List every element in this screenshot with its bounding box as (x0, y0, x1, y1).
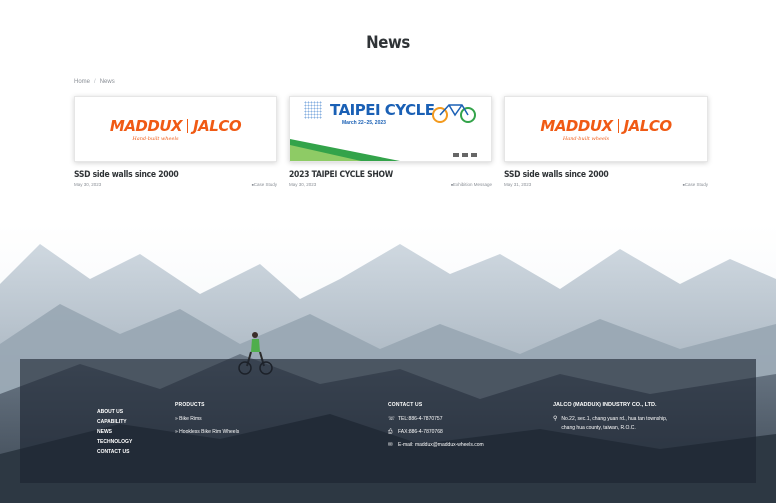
footer-link-technology[interactable]: TECHNOLOGY (97, 437, 132, 447)
news-card-title[interactable]: 2023 TAIPEI CYCLE SHOW (289, 170, 472, 180)
footer-phone[interactable]: ☏ TEL:886-4-7870757 (388, 413, 484, 426)
sponsor-logos (453, 153, 477, 157)
footer-fax: ⎙ FAX:886-4-7870768 (388, 426, 484, 439)
news-card[interactable]: MADDUX JALCO Hand-built wheels SSD side w… (74, 96, 277, 187)
footer-contact-heading: CONTACT US (388, 402, 423, 408)
page-title: News (366, 33, 410, 53)
news-card-image[interactable]: TAIPEI CYCLE March 22–25, 2023 (289, 96, 492, 162)
maddux-jalco-logo: MADDUX JALCO Hand-built wheels (109, 116, 242, 142)
fax-icon: ⎙ (388, 429, 393, 435)
breadcrumb-separator: / (94, 79, 96, 85)
map-marker-icon: ⚲ (553, 416, 558, 422)
footer: ABOUT US CAPABILITY NEWS TECHNOLOGY CONT… (20, 359, 756, 483)
phone-icon: ☏ (388, 416, 395, 422)
banner-title: TAIPEI CYCLE (330, 101, 435, 119)
footer-product-bike-rims[interactable]: Bike Rims (175, 413, 239, 426)
green-wave-decoration (290, 145, 370, 161)
mail-icon: ✉ (388, 442, 393, 448)
footer-link-contact[interactable]: CONTACT US (97, 447, 132, 457)
news-card-image[interactable]: MADDUX JALCO Hand-built wheels (74, 96, 277, 162)
news-card-image[interactable]: MADDUX JALCO Hand-built wheels (504, 96, 708, 162)
maddux-jalco-logo: MADDUX JALCO Hand-built wheels (540, 116, 672, 142)
footer-product-hookless-wheels[interactable]: Hookless Bike Rim Wheels (175, 426, 239, 439)
breadcrumb: Home / News (74, 79, 115, 85)
news-card-title[interactable]: SSD side walls since 2000 (74, 170, 257, 180)
footer-link-news[interactable]: NEWS (97, 427, 132, 437)
company-name: JALCO (MADDUX) INDUSTRY CO., LTD. (553, 402, 657, 408)
footer-contact: CONTACT US ☏ TEL:886-4-7870757 ⎙ FAX:886… (388, 402, 484, 452)
breadcrumb-home-link[interactable]: Home (74, 79, 90, 85)
footer-products: PRODUCTS Bike Rims Hookless Bike Rim Whe… (175, 402, 239, 439)
news-card[interactable]: TAIPEI CYCLE March 22–25, 2023 2023 TAIP… (289, 96, 492, 187)
dot-pattern-decoration (304, 101, 322, 119)
news-card-title[interactable]: SSD side walls since 2000 (504, 170, 688, 180)
banner-date: March 22–25, 2023 (342, 120, 386, 126)
news-card-date: May 31, 2023 (504, 182, 532, 187)
footer-link-capability[interactable]: CAPABILITY (97, 417, 132, 427)
news-card-category[interactable]: Case Study (683, 182, 708, 187)
company-address: ⚲ No.22, sec.1, chang yuan rd., hua tan … (553, 416, 668, 431)
news-card-date: May 30, 2023 (74, 182, 102, 187)
news-card-category[interactable]: Exhibition Message (451, 182, 492, 187)
breadcrumb-current: News (99, 79, 115, 85)
footer-company: JALCO (MADDUX) INDUSTRY CO., LTD. ⚲ No.2… (553, 402, 723, 433)
footer-email[interactable]: ✉ E-mail: maddux@maddux-wheels.com (388, 439, 484, 452)
news-card-date: May 30, 2023 (289, 182, 317, 187)
footer-nav: ABOUT US CAPABILITY NEWS TECHNOLOGY CONT… (97, 403, 132, 457)
footer-link-about[interactable]: ABOUT US (97, 407, 132, 417)
news-card[interactable]: MADDUX JALCO Hand-built wheels SSD side w… (504, 96, 708, 187)
news-card-category[interactable]: Case Study (252, 182, 277, 187)
bicycle-icon (432, 104, 476, 123)
footer-products-heading: PRODUCTS (175, 402, 205, 408)
